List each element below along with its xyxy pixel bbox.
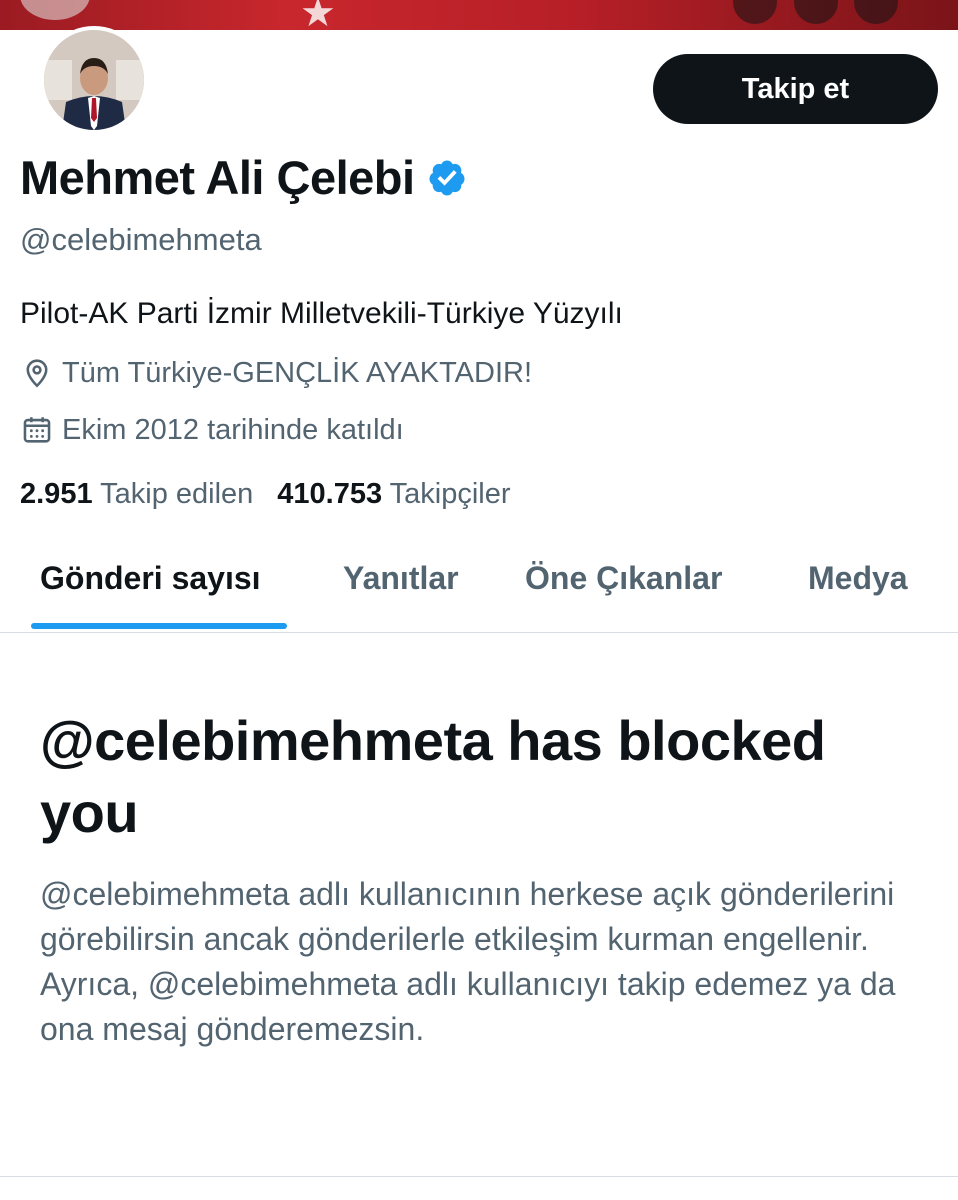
follow-button[interactable]: Takip et: [653, 54, 938, 124]
banner-star-icon: ★: [300, 0, 336, 30]
banner-crescent: [20, 0, 90, 20]
followers-label: Takipçiler: [389, 478, 511, 510]
active-tab-indicator: [31, 623, 287, 629]
following-label: Takip edilen: [100, 478, 254, 510]
following-count: 2.951: [20, 478, 93, 510]
tab-posts[interactable]: Gönderi sayısı: [40, 560, 261, 597]
profile-banner[interactable]: ★: [0, 0, 958, 30]
banner-button[interactable]: [854, 0, 898, 24]
location-pin-icon: [26, 359, 48, 388]
banner-button[interactable]: [793, 0, 838, 24]
name-row: Mehmet Ali Çelebi: [20, 150, 467, 205]
profile-stats: 2.951 Takip edilen 410.753 Takipçiler: [20, 478, 535, 511]
banner-button[interactable]: [733, 0, 778, 24]
banner-overlay-buttons: [721, 0, 898, 29]
profile-bio: Pilot-AK Parti İzmir Milletvekili-Türkiy…: [20, 297, 623, 330]
verified-badge-icon[interactable]: [427, 158, 467, 198]
tab-highlights[interactable]: Öne Çıkanlar: [525, 560, 722, 597]
avatar[interactable]: [40, 26, 148, 134]
following-stat[interactable]: 2.951 Takip edilen: [20, 478, 253, 511]
followers-stat[interactable]: 410.753 Takipçiler: [277, 478, 510, 511]
profile-tabs: Gönderi sayısı Yanıtlar Öne Çıkanlar Med…: [0, 540, 958, 633]
followers-count: 410.753: [277, 478, 383, 510]
location-text: Tüm Türkiye-GENÇLİK AYAKTADIR!: [62, 356, 533, 389]
blocked-title: @celebimehmeta has blocked you: [40, 709, 826, 844]
blocked-description: @celebimehmeta adlı kullanıcının herkese…: [40, 876, 896, 1047]
joined-text: Ekim 2012 tarihinde katıldı: [62, 413, 404, 446]
avatar-portrait: [44, 30, 144, 130]
profile-handle: @celebimehmeta: [20, 222, 262, 257]
profile-location: Tüm Türkiye-GENÇLİK AYAKTADIR!: [20, 356, 532, 390]
tab-replies[interactable]: Yanıtlar: [343, 560, 459, 597]
bottom-divider: [0, 1176, 958, 1177]
display-name: Mehmet Ali Çelebi: [20, 151, 415, 204]
profile-joined: Ekim 2012 tarihinde katıldı: [20, 413, 404, 447]
tab-media[interactable]: Medya: [808, 560, 908, 597]
calendar-icon: [23, 417, 51, 443]
avatar-image: [44, 30, 144, 130]
